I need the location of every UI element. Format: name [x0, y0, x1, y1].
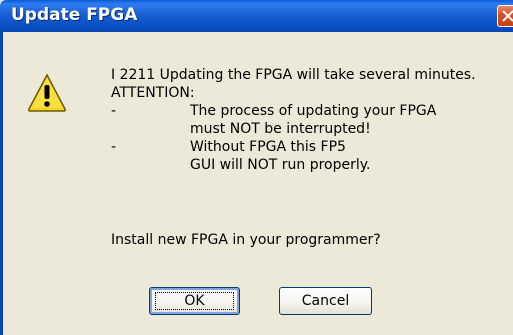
close-button[interactable] [497, 5, 513, 27]
bullet-2-line-2: GUI will NOT run properly. [190, 157, 371, 173]
window-frame-left [0, 32, 3, 335]
ok-button[interactable]: OK [149, 287, 240, 315]
update-fpga-dialog: Update FPGA I 2211 Updating the FPGA wil… [0, 0, 513, 335]
window-title: Update FPGA [11, 5, 138, 25]
bullet-1-line-2: must NOT be interrupted! [190, 121, 371, 137]
bullet-2-line-1: Without FPGA this FP5 [190, 139, 346, 155]
title-bar[interactable]: Update FPGA [0, 0, 513, 32]
bullet-1-line-1: The process of updating your FPGA [190, 103, 437, 119]
focus-rect [155, 292, 234, 310]
warning-icon [27, 73, 67, 112]
bullet-dash-1: - [111, 103, 117, 119]
attention-label: ATTENTION: [111, 85, 195, 101]
close-icon [502, 10, 513, 22]
bullet-dash-2: - [111, 139, 117, 155]
message-line-1: I 2211 Updating the FPGA will take sever… [111, 67, 476, 83]
cancel-button[interactable]: Cancel [279, 287, 372, 315]
cancel-button-label: Cancel [301, 293, 350, 309]
prompt-text: Install new FPGA in your programmer? [111, 232, 381, 248]
